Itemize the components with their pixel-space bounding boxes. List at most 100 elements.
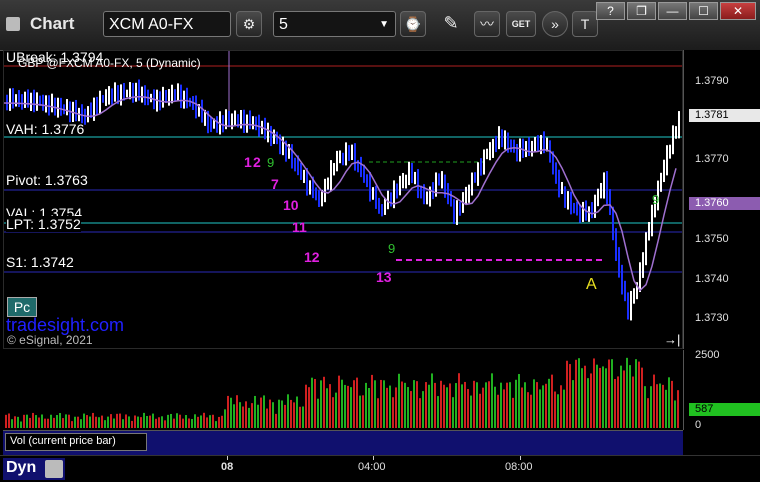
price-bar (129, 82, 131, 100)
volume-bar (155, 418, 157, 428)
volume-bar (500, 382, 502, 428)
get-icon[interactable]: GET (506, 11, 536, 37)
price-axis[interactable]: 1.3790 1.3781 1.3770 1.3760 1.3750 1.374… (683, 50, 760, 349)
price-bar (456, 200, 458, 225)
time-tick-mark (520, 456, 521, 460)
time-axis[interactable]: Dyn 08 04:00 08:00 (0, 455, 760, 482)
volume-bar (143, 412, 145, 428)
volume-bar (626, 357, 628, 428)
maximize-button[interactable]: ☐ (689, 2, 718, 20)
volume-bar (287, 394, 289, 428)
price-bar (324, 178, 326, 203)
price-bar (492, 138, 494, 158)
volume-bar (185, 415, 187, 428)
count-label-11: 11 (292, 219, 307, 235)
volume-bar (461, 384, 463, 428)
volume-label: Vol (current price bar) (10, 435, 116, 447)
link-icon[interactable] (45, 460, 63, 478)
volume-bar (539, 389, 541, 428)
volume-bar (476, 382, 478, 428)
symbol-label: GBP @FXCM A0-FX, 5 (Dynamic) (18, 56, 201, 70)
price-bar (651, 204, 653, 237)
price-bar (579, 204, 581, 223)
volume-bar (611, 359, 613, 428)
price-bar (441, 171, 443, 189)
pc-badge[interactable]: Pc (7, 297, 37, 317)
volume-bar (479, 393, 481, 428)
price-bar (246, 114, 248, 133)
volume-bar (17, 416, 19, 428)
volume-bar (347, 385, 349, 428)
volume-bar (401, 381, 403, 428)
price-bar (570, 191, 572, 215)
price-bar (438, 173, 440, 186)
price-bar (648, 222, 650, 241)
volume-bar (23, 414, 25, 428)
price-bar (372, 187, 374, 200)
price-bar (249, 110, 251, 130)
pencil-icon[interactable]: ✎ (438, 11, 464, 37)
volume-plot[interactable] (3, 350, 683, 430)
price-chart[interactable]: UBreak: 1.3794 GBP @FXCM A0-FX, 5 (Dynam… (3, 49, 683, 349)
volume-bar (641, 367, 643, 428)
minimize-button[interactable]: — (658, 2, 687, 20)
price-plot[interactable] (4, 51, 682, 348)
lpt-label: LPT: 1.3752 (6, 216, 81, 232)
scroll-to-end-icon[interactable]: →| (664, 332, 680, 347)
volume-bar (518, 374, 520, 428)
price-bar (255, 116, 257, 131)
volume-bar (371, 374, 373, 428)
price-bar (411, 162, 413, 184)
symbol-input[interactable]: XCM A0-FX (103, 11, 231, 37)
volume-bar (407, 387, 409, 428)
price-bar (330, 160, 332, 192)
price-bar (378, 197, 380, 214)
volume-bar (572, 380, 574, 428)
restore-button[interactable]: ❐ (627, 2, 656, 20)
time-tick: 04:00 (358, 461, 386, 473)
volume-chart[interactable] (3, 350, 683, 430)
volume-bar (587, 378, 589, 428)
price-bar (588, 206, 590, 222)
price-bar (405, 174, 407, 189)
volume-bar (281, 400, 283, 428)
volume-bar (11, 419, 13, 428)
clock-icon[interactable]: ⌚ (400, 11, 426, 37)
count-label-10: 10 (283, 197, 299, 213)
price-bar (498, 126, 500, 150)
forward-icon[interactable]: » (542, 11, 568, 37)
volume-bar (440, 380, 442, 428)
volume-bar (224, 409, 226, 428)
price-bar (111, 88, 113, 105)
green-count-1: 9 (267, 155, 275, 170)
text-icon[interactable]: T (572, 11, 598, 37)
close-button[interactable]: ✕ (720, 2, 756, 20)
study-icon[interactable]: 〰 (474, 11, 500, 37)
volume-bar (434, 382, 436, 428)
volume-bar (638, 361, 640, 428)
volume-bar (200, 415, 202, 428)
volume-label-box[interactable]: Vol (current price bar) (5, 433, 147, 451)
volume-bar (230, 397, 232, 428)
volume-bar (8, 413, 10, 428)
volume-bar (179, 414, 181, 428)
volume-bar (260, 397, 262, 428)
s1-label: S1: 1.3742 (6, 254, 74, 270)
interval-value: 5 (279, 16, 288, 33)
volume-bar (620, 365, 622, 428)
volume-bar (296, 396, 298, 428)
interval-select[interactable]: 5 ▼ (273, 11, 396, 37)
price-bar (522, 138, 524, 158)
dyn-button[interactable]: Dyn (3, 458, 65, 480)
volume-bar (425, 382, 427, 428)
help-button[interactable]: ? (596, 2, 625, 20)
price-bar (399, 175, 401, 196)
volume-bar (173, 418, 175, 428)
volume-axis[interactable]: 2500 587 0 (683, 349, 760, 431)
price-bar (201, 99, 203, 123)
price-bar (240, 110, 242, 129)
settings-icon[interactable]: ⚙ (236, 11, 262, 37)
volume-bar (398, 373, 400, 428)
price-bar (516, 143, 518, 162)
volume-bar (575, 359, 577, 428)
